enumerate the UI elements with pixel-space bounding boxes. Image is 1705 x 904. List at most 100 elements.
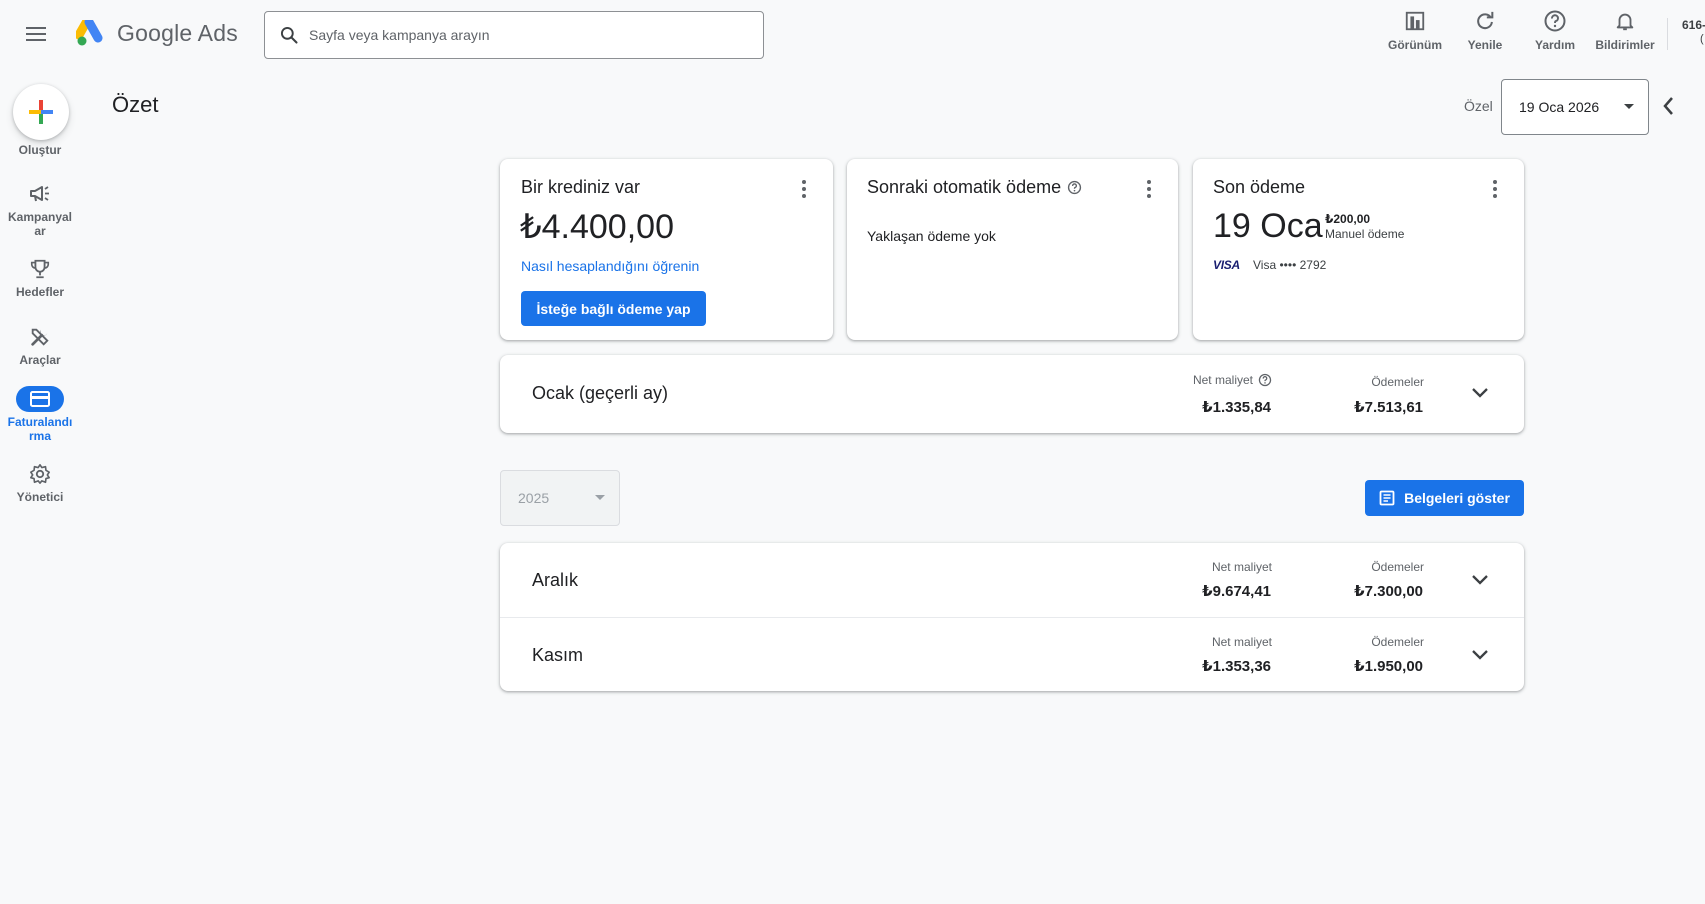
next-payment-header: Sonraki otomatik ödeme [867, 177, 1082, 198]
google-ads-logo-icon [76, 20, 103, 46]
next-payment-text: Yaklaşan ödeme yok [867, 228, 996, 244]
view-icon [1405, 11, 1425, 31]
sidebar-item-label: Yönetici [16, 490, 64, 504]
show-documents-button[interactable]: Belgeleri göster [1365, 480, 1524, 516]
help-icon [1544, 10, 1566, 32]
notifications-label: Bildirimler [1595, 38, 1655, 52]
help-icon[interactable] [1258, 373, 1272, 387]
credit-amount: ₺4.400,00 [520, 208, 674, 246]
last-payment-date: 19 Oca [1213, 207, 1323, 245]
logo-text: Google Ads [117, 20, 238, 46]
current-month-row[interactable]: Ocak (geçerli ay) Net maliyet ₺1.335,84 … [500, 355, 1524, 433]
month-title: Aralık [532, 570, 579, 590]
date-range-select[interactable]: 19 Oca 2026 [1501, 79, 1649, 135]
last-payment-card: Son ödeme 19 Oca ₺200,00 Manuel ödeme VI… [1193, 159, 1524, 340]
net-cost-value: ₺1.335,84 [1202, 399, 1271, 416]
refresh-label: Yenile [1467, 38, 1503, 52]
net-cost-label: Net maliyet [1192, 373, 1253, 387]
chevron-down-icon[interactable] [1471, 649, 1489, 661]
optional-payment-button[interactable]: İsteğe bağlı ödeme yap [521, 291, 706, 326]
next-payment-more-menu[interactable] [1137, 177, 1161, 201]
sidebar-item-billing[interactable]: Faturalandırma [0, 385, 80, 443]
search-input[interactable] [309, 27, 729, 43]
visa-logo: VISA [1213, 258, 1240, 272]
next-payment-title: Sonraki otomatik ödeme [867, 177, 1062, 197]
chevron-left-icon [1663, 97, 1673, 115]
credit-info-link[interactable]: Nasıl hesaplandığını öğrenin [521, 258, 699, 274]
net-cost-label: Net maliyet [1211, 560, 1272, 574]
appearance-label: Görünüm [1388, 38, 1442, 52]
date-range-label: Özel [1464, 98, 1493, 114]
sidebar-item-tools[interactable]: Araçlar [0, 323, 80, 367]
date-range-value: 19 Oca 2026 [1519, 99, 1600, 115]
month-history-list: Aralık Net maliyet ₺9.674,41 Ödemeler ₺7… [500, 543, 1524, 691]
help-icon[interactable] [1067, 180, 1082, 195]
sidebar-item-campaigns[interactable]: Kampanyalar [0, 180, 80, 238]
help-label: Yardım [1534, 38, 1576, 52]
refresh-icon [1477, 11, 1494, 30]
payment-method: VISA Visa •••• 2792 [1213, 258, 1326, 272]
sidebar-item-label: Hedefler [15, 285, 65, 299]
account-id[interactable]: 616- [1682, 18, 1705, 32]
payments-value: ₺7.513,61 [1354, 399, 1423, 416]
last-payment-more-menu[interactable] [1483, 177, 1507, 201]
sidebar-item-label: Kampanyalar [7, 210, 73, 238]
current-month-title: Ocak (geçerli ay) [532, 383, 669, 403]
chevron-down-icon[interactable] [1471, 574, 1489, 586]
month-row[interactable]: Aralık Net maliyet ₺9.674,41 Ödemeler ₺7… [500, 543, 1524, 617]
menu-icon[interactable] [26, 24, 50, 44]
credit-more-menu[interactable] [792, 177, 816, 201]
credit-title: Bir krediniz var [521, 177, 641, 197]
tools-icon [31, 328, 49, 346]
appearance-button[interactable]: Görünüm [1380, 8, 1450, 52]
megaphone-icon [30, 186, 49, 202]
show-documents-label: Belgeleri göster [1404, 490, 1510, 506]
search-icon [280, 26, 298, 44]
document-icon [1379, 490, 1395, 506]
last-payment-title: Son ödeme [1213, 177, 1306, 197]
dropdown-arrow-icon [595, 495, 605, 500]
net-cost-label: Net maliyet [1211, 635, 1272, 649]
collapse-panel-button[interactable] [1662, 96, 1674, 121]
month-row[interactable]: Kasım Net maliyet ₺1.353,36 Ödemeler ₺1.… [500, 618, 1524, 691]
top-bar: Google Ads Görünüm Yenile Yardım Bildiri… [0, 0, 1705, 70]
year-select[interactable]: 2025 [500, 470, 620, 526]
gear-icon [30, 464, 50, 484]
year-value: 2025 [518, 490, 550, 506]
refresh-button[interactable]: Yenile [1450, 8, 1520, 52]
net-cost-value: ₺1.353,36 [1202, 658, 1271, 675]
payments-label: Ödemeler [1371, 635, 1424, 649]
search-box[interactable] [264, 11, 764, 59]
bell-icon [1616, 13, 1634, 31]
plus-icon [29, 100, 53, 124]
chevron-down-icon[interactable] [1471, 387, 1489, 399]
trophy-icon [30, 259, 50, 279]
sidebar-item-label: Faturalandırma [7, 415, 73, 443]
sidebar-item-label: Araçlar [19, 353, 61, 367]
last-payment-amount: ₺200,00 [1325, 212, 1371, 226]
card-number-text: Visa •••• 2792 [1253, 258, 1327, 272]
create-button[interactable] [13, 84, 69, 140]
payments-label: Ödemeler [1371, 375, 1424, 389]
create-label-wrap: Oluştur [0, 141, 80, 157]
top-divider [1667, 18, 1668, 50]
sidebar-item-goals[interactable]: Hedefler [0, 255, 80, 299]
net-cost-value: ₺9.674,41 [1202, 583, 1271, 600]
dropdown-arrow-icon [1624, 104, 1634, 109]
google-ads-logo[interactable]: Google Ads [76, 20, 238, 47]
billing-pill [16, 386, 64, 412]
credit-card-icon [30, 391, 50, 407]
last-payment-type: Manuel ödeme [1325, 227, 1405, 241]
next-payment-card: Sonraki otomatik ödeme Yaklaşan ödeme yo… [847, 159, 1178, 340]
page-title: Özet [112, 92, 159, 117]
net-cost-header: Net maliyet [1193, 373, 1272, 387]
create-label: Oluştur [18, 143, 62, 157]
payments-value: ₺1.950,00 [1354, 658, 1423, 675]
help-button[interactable]: Yardım [1520, 8, 1590, 52]
sidebar-item-admin[interactable]: Yönetici [0, 460, 80, 504]
top-actions: Görünüm Yenile Yardım Bildirimler [1380, 8, 1660, 52]
payments-value: ₺7.300,00 [1354, 583, 1423, 600]
account-sub: ( [1700, 33, 1704, 45]
notifications-button[interactable]: Bildirimler [1590, 8, 1660, 52]
payments-label: Ödemeler [1371, 560, 1424, 574]
